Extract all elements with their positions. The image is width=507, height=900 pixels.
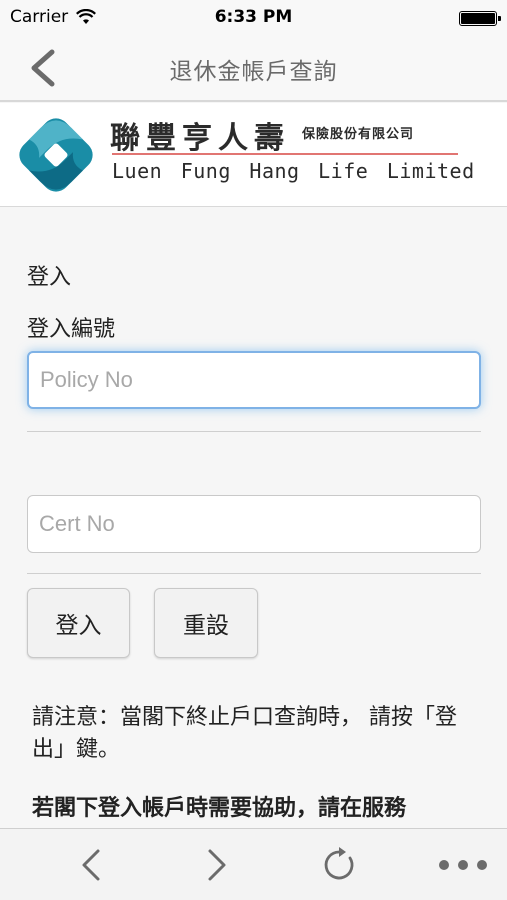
- back-arrow-icon: [82, 849, 100, 881]
- toolbar-reload-button[interactable]: [319, 845, 359, 885]
- divider: [27, 431, 481, 432]
- policy-no-input[interactable]: [27, 351, 481, 409]
- status-time: 6:33 PM: [214, 7, 293, 27]
- reset-button[interactable]: 重設: [154, 588, 258, 658]
- help-text: 若閣下登入帳戶時需要協助，請在服務: [32, 796, 407, 821]
- login-id-label: 登入編號: [27, 317, 116, 342]
- login-button[interactable]: 登入: [27, 588, 130, 658]
- toolbar-forward-button[interactable]: [196, 845, 236, 885]
- company-english-name: Luen Fung Hang Life Limited: [112, 159, 475, 183]
- toolbar-back-button[interactable]: [72, 845, 112, 885]
- status-bar: Carrier 6:33 PM: [0, 0, 507, 36]
- nav-bar: 退休金帳戶查詢: [0, 36, 507, 102]
- browser-toolbar: [0, 828, 507, 900]
- toolbar-more-button[interactable]: [436, 845, 490, 885]
- page-title: 退休金帳戶查詢: [169, 59, 338, 85]
- more-icon: [439, 860, 487, 870]
- logo-divider: [112, 153, 458, 155]
- company-logo-icon: [19, 118, 93, 192]
- company-chinese-suffix: 保險股份有限公司: [302, 127, 415, 142]
- cert-no-input[interactable]: [27, 495, 481, 553]
- section-title: 登入: [27, 265, 72, 290]
- logout-notice: 請注意：當閣下終止戶口查詢時， 請按「登出」鍵。: [32, 705, 457, 762]
- battery-fill: [461, 13, 495, 24]
- forward-arrow-icon: [208, 849, 226, 881]
- battery-icon: [459, 11, 501, 26]
- reload-icon: [324, 847, 354, 880]
- company-chinese-name: 聯豐亨人壽: [110, 121, 290, 156]
- company-banner: 聯豐亨人壽 保險股份有限公司 Luen Fung Hang Life Limit…: [0, 103, 507, 207]
- divider: [27, 573, 481, 574]
